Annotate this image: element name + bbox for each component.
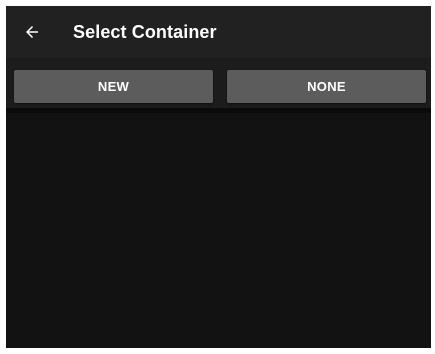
- new-button[interactable]: NEW: [14, 70, 213, 103]
- page-title: Select Container: [73, 21, 217, 42]
- arrow-left-icon: [23, 23, 41, 41]
- app-bar: Select Container: [6, 6, 431, 58]
- action-bar: NEW NONE: [6, 58, 431, 113]
- back-button[interactable]: [6, 6, 58, 58]
- container-list: [6, 113, 431, 348]
- app-window: Select Container NEW NONE: [6, 6, 431, 348]
- none-button[interactable]: NONE: [227, 70, 426, 103]
